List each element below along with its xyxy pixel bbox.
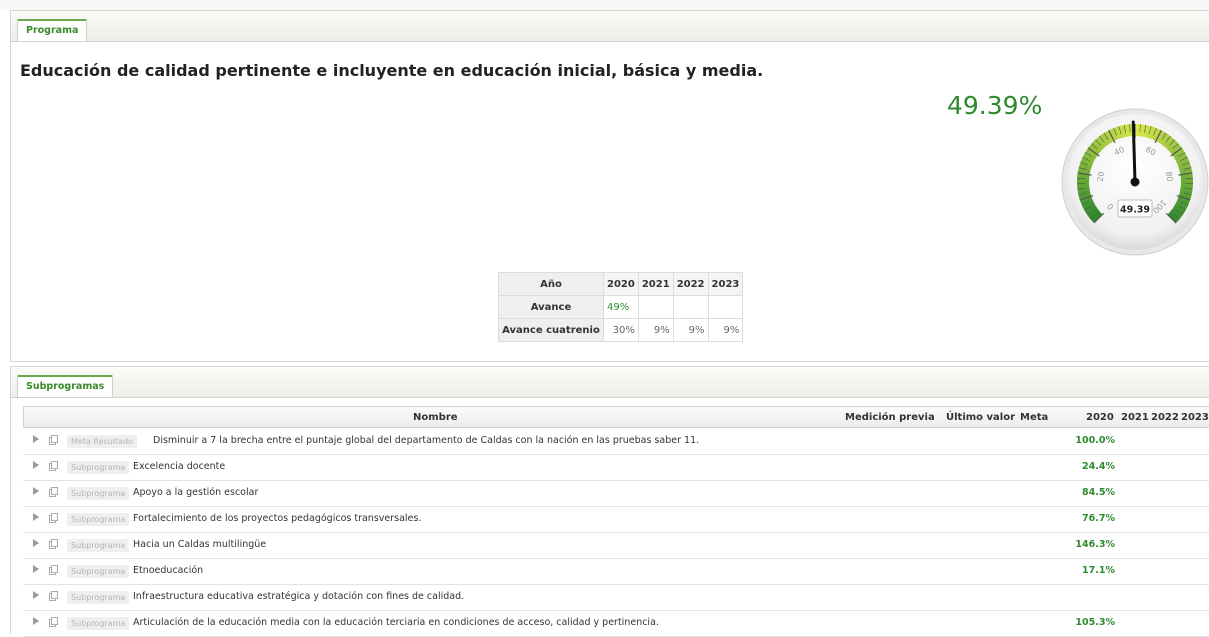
row-type-badge: Subprograma (67, 461, 129, 474)
expand-caret-icon[interactable] (33, 565, 39, 573)
year-header: 2020 (604, 273, 639, 296)
expand-caret-icon[interactable] (33, 513, 39, 521)
year-header: 2022 (673, 273, 708, 296)
copy-icon[interactable] (49, 461, 58, 471)
expand-caret-icon[interactable] (33, 435, 39, 443)
copy-icon[interactable] (49, 435, 58, 445)
program-title: Educación de calidad pertinente e incluy… (20, 61, 763, 80)
program-percent: 49.39% (947, 91, 1042, 120)
copy-icon[interactable] (49, 591, 58, 601)
col-header-year[interactable]: 2020 (1086, 412, 1114, 423)
row-2020-value: 84.5% (1065, 487, 1115, 498)
copy-icon[interactable] (49, 617, 58, 627)
row-type-badge: Subprograma (67, 617, 129, 630)
table-row[interactable]: Subprograma Hacia un Caldas multilingüe 14… (23, 533, 1209, 559)
subprogramas-panel: Subprogramas Nombre Medición previa Últi… (10, 366, 1209, 634)
gauge-value: 49.39 (1120, 205, 1150, 216)
row-name[interactable]: Disminuir a 7 la brecha entre el puntaje… (153, 435, 699, 446)
row-type-badge: Subprograma (67, 487, 129, 500)
row-label-avance-cuatrenio: Avance cuatrenio (499, 319, 604, 342)
gauge-tick-label: 20 (1096, 171, 1106, 182)
table-row[interactable]: Meta Resultado Disminuir a 7 la brecha en… (23, 429, 1209, 455)
year-header: 2021 (638, 273, 673, 296)
tab-programa[interactable]: Programa (17, 19, 87, 41)
tab-subprogramas[interactable]: Subprogramas (17, 375, 113, 397)
row-name[interactable]: Etnoeducación (133, 565, 203, 576)
cuatrenio-cell: 9% (673, 319, 708, 342)
table-row[interactable]: Subprograma Etnoeducación 17.1% (23, 559, 1209, 585)
expand-caret-icon[interactable] (33, 591, 39, 599)
table-row[interactable]: Subprograma Apoyo a la gestión escolar 84.… (23, 481, 1209, 507)
copy-icon[interactable] (49, 539, 58, 549)
row-type-badge: Meta Resultado (67, 435, 137, 448)
col-header-meta[interactable]: Meta (1020, 412, 1048, 423)
copy-icon[interactable] (49, 513, 58, 523)
row-2020-value: 100.0% (1065, 435, 1115, 446)
gauge-needle (1133, 122, 1135, 182)
col-header-medicion-previa[interactable]: Medición previa (845, 412, 935, 423)
copy-icon[interactable] (49, 565, 58, 575)
year-header: 2023 (708, 273, 743, 296)
top-band (0, 0, 1209, 10)
row-2020-value: 17.1% (1065, 565, 1115, 576)
cuatrenio-cell: 9% (708, 319, 743, 342)
col-header-nombre[interactable]: Nombre (413, 412, 458, 423)
row-type-badge: Subprograma (67, 565, 129, 578)
avance-cell (708, 296, 743, 319)
table-row[interactable]: Subprograma Excelencia docente 24.4% (23, 455, 1209, 481)
grid-header: Nombre Medición previa Último valor Meta… (23, 406, 1209, 428)
row-type-badge: Subprograma (67, 591, 129, 604)
cuatrenio-cell: 30% (604, 319, 639, 342)
row-2020-value: 24.4% (1065, 461, 1115, 472)
expand-caret-icon[interactable] (33, 539, 39, 547)
avance-cell: 49% (604, 296, 639, 319)
row-2020-value: 146.3% (1065, 539, 1115, 550)
gauge-tick-label: 80 (1164, 171, 1174, 182)
gauge-hub (1131, 178, 1140, 187)
table-row[interactable]: Subprograma Fortalecimiento de los proyec… (23, 507, 1209, 533)
row-name[interactable]: Excelencia docente (133, 461, 225, 472)
expand-caret-icon[interactable] (33, 461, 39, 469)
row-type-badge: Subprograma (67, 539, 129, 552)
copy-icon[interactable] (49, 487, 58, 497)
row-name[interactable]: Articulación de la educación media con l… (133, 617, 659, 628)
col-header-year[interactable]: 2022 (1151, 412, 1179, 423)
years-corner-header: Año (499, 273, 604, 296)
row-2020-value: 105.3% (1065, 617, 1115, 628)
col-header-ultimo-valor[interactable]: Último valor (946, 412, 1015, 423)
subprogramas-tabstrip: Subprogramas (11, 367, 1209, 398)
avance-cell (638, 296, 673, 319)
row-name[interactable]: Fortalecimiento de los proyectos pedagóg… (133, 513, 421, 524)
programa-tabstrip: Programa (11, 11, 1209, 42)
row-2020-value: 76.7% (1065, 513, 1115, 524)
table-row[interactable]: Subprograma Articulación de la educación … (23, 611, 1209, 637)
cuatrenio-cell: 9% (638, 319, 673, 342)
years-table: Año 2020 2021 2022 2023 Avance 49% Avanc… (498, 272, 743, 342)
col-header-year[interactable]: 2021 (1121, 412, 1149, 423)
row-name[interactable]: Hacia un Caldas multilingüe (133, 539, 266, 550)
row-label-avance: Avance (499, 296, 604, 319)
progress-gauge: 020406080100 49.39 (1060, 107, 1209, 257)
expand-caret-icon[interactable] (33, 617, 39, 625)
row-type-badge: Subprograma (67, 513, 129, 526)
table-row[interactable]: Subprograma Infraestructura educativa est… (23, 585, 1209, 611)
row-name[interactable]: Apoyo a la gestión escolar (133, 487, 258, 498)
avance-cell (673, 296, 708, 319)
expand-caret-icon[interactable] (33, 487, 39, 495)
row-name[interactable]: Infraestructura educativa estratégica y … (133, 591, 464, 602)
col-header-year[interactable]: 2023 (1181, 412, 1209, 423)
